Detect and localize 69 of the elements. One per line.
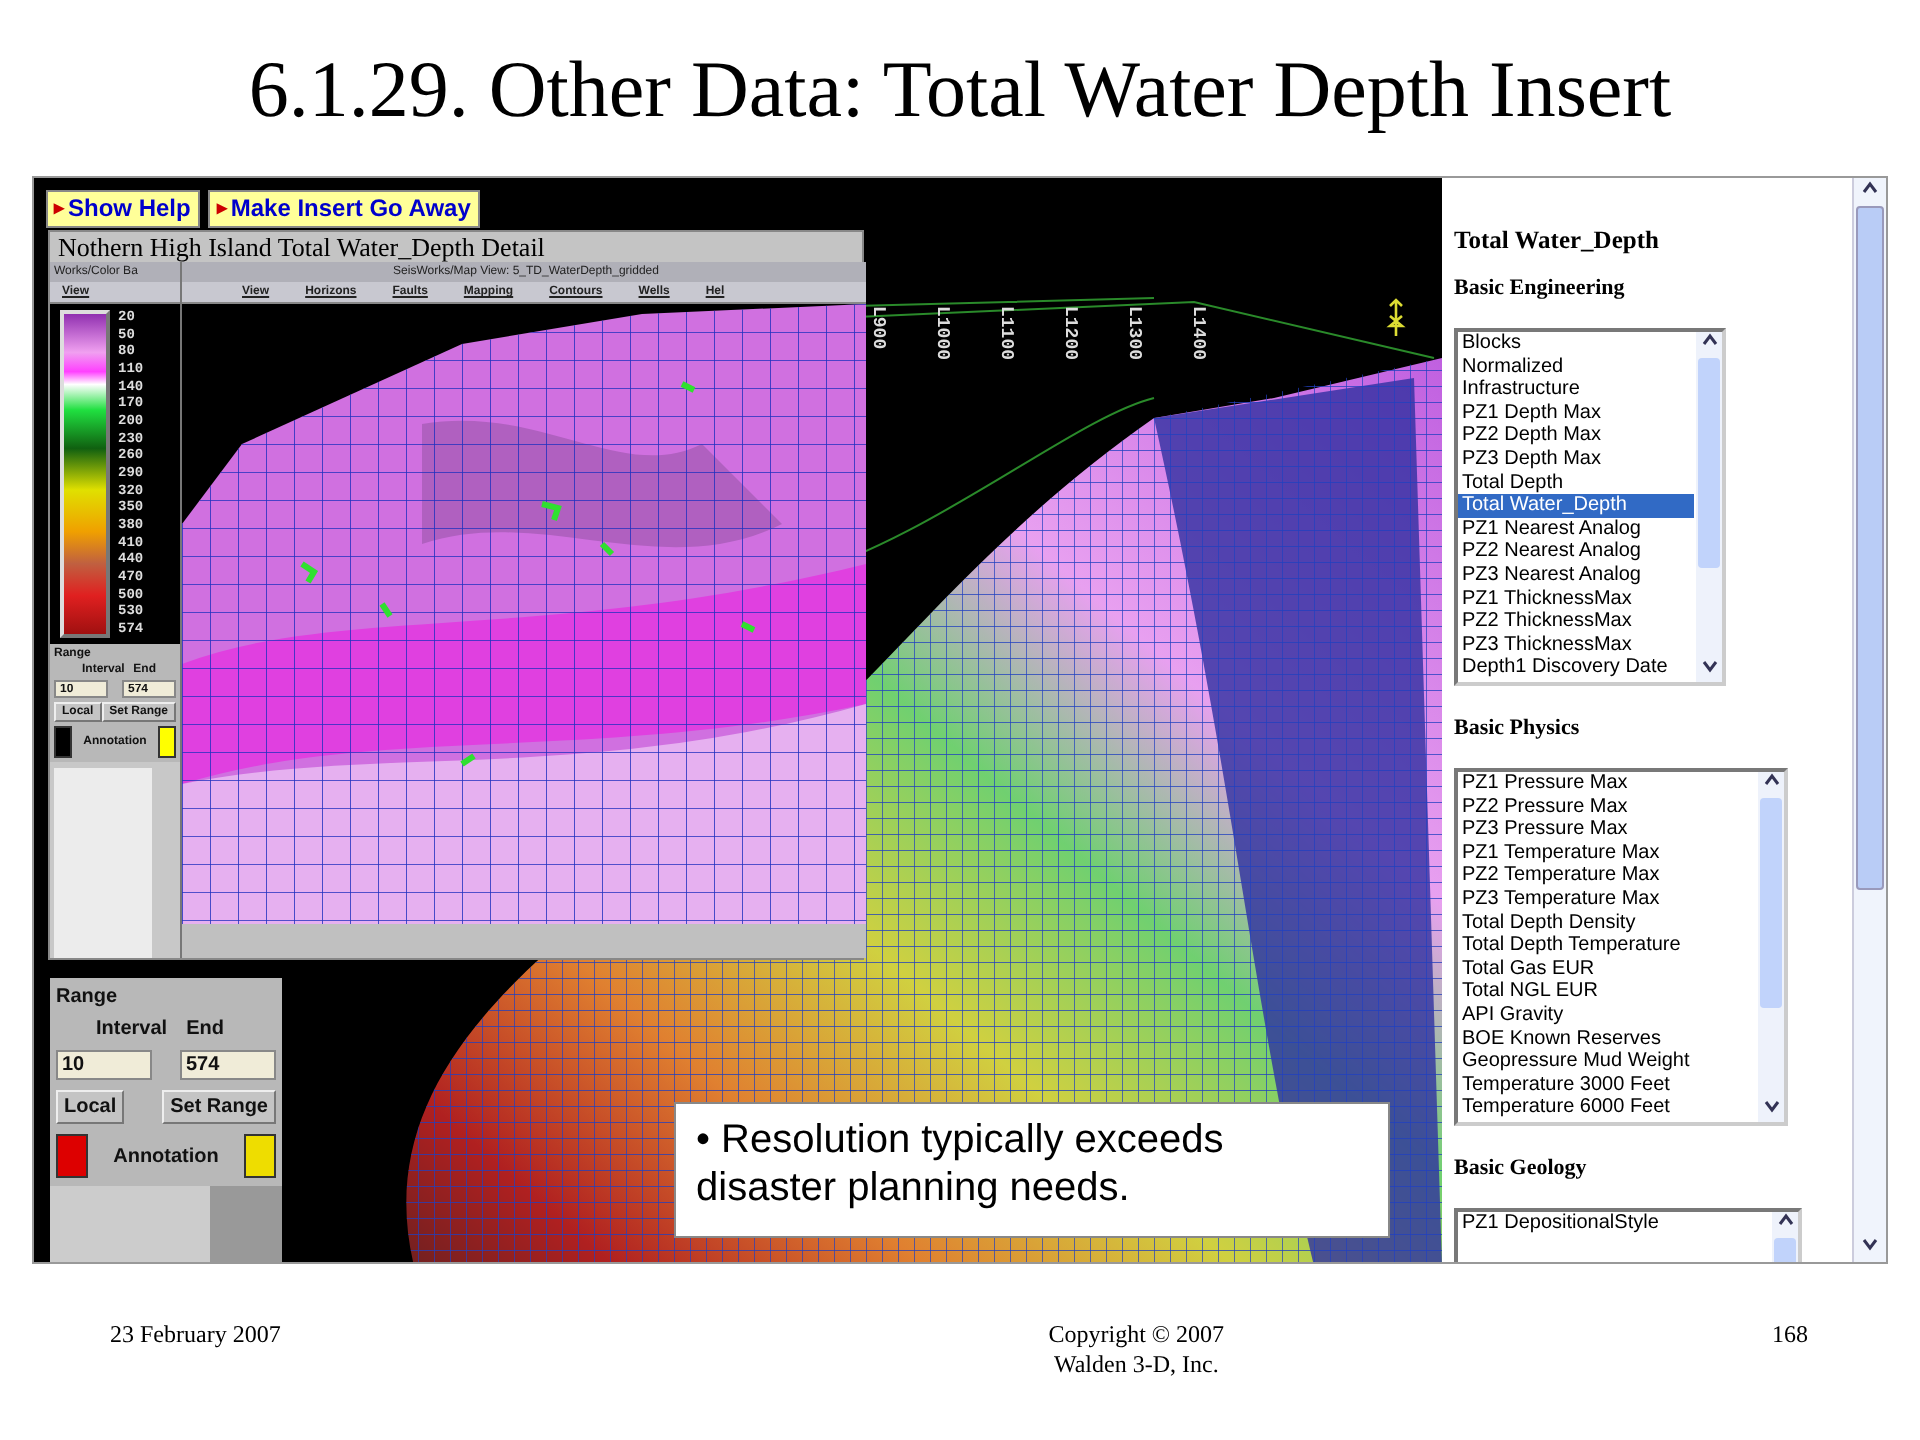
list-item[interactable]: Depth1 Discovery Date: [1458, 656, 1694, 680]
local-dropdown[interactable]: Local: [56, 1090, 125, 1124]
color-swatch[interactable]: [243, 1134, 276, 1178]
list-item[interactable]: PZ2 Nearest Analog: [1458, 540, 1694, 564]
window-title: Nothern High Island Total Water_Depth Detail: [50, 232, 862, 262]
list-item[interactable]: PZ1 Depth Max: [1458, 401, 1694, 425]
page-number: 168: [1772, 1320, 1808, 1352]
list-item[interactable]: PZ1 ThicknessMax: [1458, 587, 1694, 611]
list-item[interactable]: Infrastructure: [1458, 378, 1694, 402]
annotation-label: Annotation: [113, 1145, 219, 1167]
end-label: End: [186, 1018, 224, 1040]
list-box[interactable]: [1454, 328, 1726, 686]
list-item[interactable]: Total Depth: [1458, 471, 1694, 495]
list-item[interactable]: PZ2 Pressure Max: [1458, 795, 1756, 819]
section-heading: Basic Geology: [1454, 1156, 1589, 1180]
copyright-text: Copyright © 2007: [1048, 1320, 1225, 1350]
toolbar-button[interactable]: ▸ Make Insert Go Away: [208, 190, 481, 228]
list-item[interactable]: Total NGL EUR: [1458, 980, 1756, 1004]
sidebar-heading: Total Water_Depth: [1454, 226, 1661, 256]
list-item[interactable]: Blocks: [1458, 332, 1694, 356]
list-item[interactable]: Total Depth Temperature: [1458, 934, 1756, 958]
list-item[interactable]: Total Depth Density: [1458, 911, 1756, 935]
copyright-text: Walden 3-D, Inc.: [1053, 1350, 1219, 1380]
list-item[interactable]: PZ1 Pressure Max: [1458, 772, 1756, 796]
color-swatch[interactable]: [54, 726, 72, 758]
north-arrow-icon: [1386, 298, 1406, 338]
interval-label: Interval: [96, 1018, 168, 1040]
scrollbar-thumb[interactable]: [1760, 798, 1782, 1008]
end-field[interactable]: 574: [180, 1050, 276, 1080]
footer-date: 23 February 2007: [110, 1320, 281, 1352]
list-item[interactable]: PZ3 Temperature Max: [1458, 887, 1756, 912]
survey-line-label: L900: [868, 306, 888, 350]
scrollbar-thumb[interactable]: [1856, 206, 1884, 890]
list-item[interactable]: Temperature 3000 Feet: [1458, 1073, 1756, 1097]
interval-field[interactable]: 10: [56, 1050, 152, 1080]
list-item[interactable]: PZ1 Nearest Analog: [1458, 517, 1694, 541]
list-box[interactable]: PZ1 DepositionalStyle: [1454, 1208, 1802, 1262]
list-item[interactable]: PZ2 Depth Max: [1458, 424, 1694, 448]
survey-line-label: L1400: [1188, 306, 1208, 361]
list-box[interactable]: [1454, 768, 1788, 1126]
list-item[interactable]: PZ3 Depth Max: [1458, 447, 1694, 472]
survey-line-label: L1300: [1124, 306, 1144, 361]
list-item[interactable]: BOE Known Reserves: [1458, 1027, 1756, 1051]
list-item[interactable]: PZ3 Pressure Max: [1458, 818, 1756, 842]
list-item[interactable]: PZ1 Temperature Max: [1458, 841, 1756, 865]
list-item[interactable]: API Gravity: [1458, 1003, 1756, 1028]
section-heading: Basic Physics: [1454, 716, 1582, 740]
survey-line-label: L1200: [1060, 306, 1080, 361]
list-item[interactable]: Total Water_Depth: [1458, 494, 1694, 518]
color-swatch[interactable]: [157, 726, 176, 758]
list-item[interactable]: Temperature 6000 Feet: [1458, 1096, 1756, 1120]
list-item[interactable]: PZ2 ThicknessMax: [1458, 610, 1694, 634]
toolbar-button[interactable]: ▸ Show Help: [46, 190, 201, 228]
set-range-button[interactable]: Set Range: [162, 1090, 276, 1124]
color-swatch[interactable]: [56, 1134, 88, 1178]
survey-line-label: L1100: [996, 306, 1016, 361]
list-item[interactable]: Total Gas EUR: [1458, 957, 1756, 981]
slide-title: 6.1.29. Other Data: Total Water Depth Insert: [248, 41, 1672, 135]
list-item[interactable]: Geopressure Mud Weight: [1458, 1050, 1756, 1074]
list-item[interactable]: PZ2 Temperature Max: [1458, 864, 1756, 888]
list-item[interactable]: PZ1 DepositionalStyle: [1458, 1212, 1770, 1236]
range-label: Range: [56, 986, 118, 1008]
scrollbar-thumb[interactable]: [1698, 358, 1720, 568]
callout-text: • Resolution typically exceeds disaster planning needs.: [674, 1102, 1390, 1238]
survey-line-label: L1000: [932, 306, 952, 361]
list-item[interactable]: PZ3 ThicknessMax: [1458, 633, 1694, 657]
section-heading: Basic Engineering: [1454, 276, 1627, 300]
list-item[interactable]: PZ3 Nearest Analog: [1458, 563, 1694, 588]
list-item[interactable]: Normalized: [1458, 355, 1694, 379]
